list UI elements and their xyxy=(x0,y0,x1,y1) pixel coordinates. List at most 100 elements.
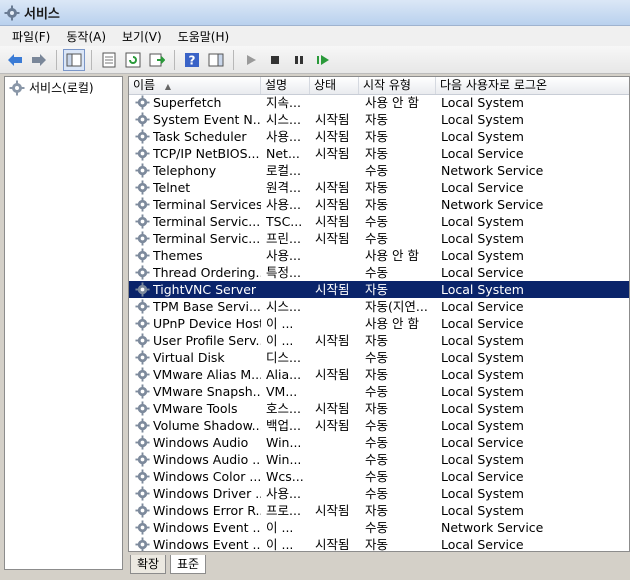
table-row[interactable]: Terminal Servic... 프린... 시작됨 수동 Local System xyxy=(129,230,629,247)
service-log-on-as: Local Service xyxy=(441,316,524,331)
table-row[interactable]: VMware Tools 호스... 시작됨 자동 Local System xyxy=(129,400,629,417)
service-startup-type: 자동 xyxy=(365,146,389,161)
table-row[interactable]: Windows Event ... 이 ... 시작됨 자동 Local Service xyxy=(129,536,629,552)
service-status xyxy=(315,485,363,502)
service-status: 시작됨 xyxy=(315,231,350,246)
service-gear-icon xyxy=(135,146,150,161)
menu-help[interactable]: 도움말(H) xyxy=(170,28,238,45)
table-row[interactable]: Windows Driver ... 사용... 수동 Local System xyxy=(129,485,629,502)
show-action-pane-icon[interactable] xyxy=(205,49,227,71)
stop-service-icon[interactable] xyxy=(264,49,286,71)
table-row[interactable]: Superfetch 지속... 사용 안 함 Local System xyxy=(129,94,629,111)
table-row[interactable]: Windows Event ... 이 ... 수동 Network Service xyxy=(129,519,629,536)
back-arrow-icon[interactable] xyxy=(4,49,26,71)
table-row[interactable]: User Profile Serv... 이 ... 시작됨 자동 Local Syst… xyxy=(129,332,629,349)
menu-bar: 파일(F) 동작(A) 보기(V) 도움말(H) xyxy=(0,26,630,46)
service-name: Windows Driver ... xyxy=(153,486,261,501)
tree-node-label: 서비스(로컬) xyxy=(29,81,94,95)
service-name: Volume Shadow... xyxy=(153,418,261,433)
table-row[interactable]: Windows Audio Win... 수동 Local Service xyxy=(129,434,629,451)
service-gear-icon xyxy=(135,248,150,263)
table-row[interactable]: Virtual Disk 디스... 수동 Local System xyxy=(129,349,629,366)
service-description: Win... xyxy=(266,452,302,467)
table-row[interactable]: TightVNC Server 시작됨 자동 Local System xyxy=(129,281,629,298)
service-name: Terminal Services xyxy=(153,197,261,212)
table-row[interactable]: Windows Color ... Wcs... 수동 Local Service xyxy=(129,468,629,485)
start-service-icon[interactable] xyxy=(240,49,262,71)
table-row[interactable]: Terminal Services 사용... 시작됨 자동 Network Servi… xyxy=(129,196,629,213)
service-status xyxy=(315,383,363,400)
table-row[interactable]: VMware Alias M... Alia... 시작됨 자동 Local Syste… xyxy=(129,366,629,383)
service-description: 사용... xyxy=(266,486,301,501)
menu-view[interactable]: 보기(V) xyxy=(114,28,170,45)
service-status xyxy=(315,519,363,536)
properties-icon[interactable] xyxy=(98,49,120,71)
table-row[interactable]: Terminal Servic... TSC... 시작됨 수동 Local Syste… xyxy=(129,213,629,230)
service-startup-type: 자동 xyxy=(365,367,389,382)
view-tabs: 확장 표준 xyxy=(128,555,630,577)
service-gear-icon xyxy=(135,537,150,551)
service-description: Alia... xyxy=(266,367,302,382)
table-row[interactable]: Telephony 로컬... 수동 Network Service xyxy=(129,162,629,179)
table-row[interactable]: Windows Audio ... Win... 수동 Local System xyxy=(129,451,629,468)
service-log-on-as: Local System xyxy=(441,418,524,433)
table-row[interactable]: UPnP Device Host 이 ... 사용 안 함 Local Service xyxy=(129,315,629,332)
service-log-on-as: Local System xyxy=(441,112,524,127)
table-row[interactable]: TPM Base Servi... 시스... 자동(지연... Local Serv… xyxy=(129,298,629,315)
table-row[interactable]: Volume Shadow... 백업... 시작됨 수동 Local System xyxy=(129,417,629,434)
service-description: 특정... xyxy=(266,265,301,280)
service-startup-type: 수동 xyxy=(365,469,389,484)
service-log-on-as: Local System xyxy=(441,401,524,416)
service-description: 사용... xyxy=(266,129,301,144)
refresh-icon[interactable] xyxy=(122,49,144,71)
table-row[interactable]: VMware Snapsh... VM... 수동 Local System xyxy=(129,383,629,400)
svg-text:?: ? xyxy=(189,53,196,67)
service-gear-icon xyxy=(135,231,150,246)
menu-action[interactable]: 동작(A) xyxy=(58,28,114,45)
service-name: TCP/IP NetBIOS... xyxy=(153,146,260,161)
column-header-description[interactable]: 설명 xyxy=(261,77,310,94)
table-row[interactable]: Thread Ordering... 특정... 수동 Local Service xyxy=(129,264,629,281)
column-header-status[interactable]: 상태 xyxy=(310,77,359,94)
tab-standard[interactable]: 표준 xyxy=(170,555,207,574)
tree-node-services-local[interactable]: 서비스(로컬) xyxy=(5,77,122,98)
service-gear-icon xyxy=(135,469,150,484)
service-startup-type: 수동 xyxy=(365,384,389,399)
service-status: 시작됨 xyxy=(315,180,350,195)
service-startup-type: 자동 xyxy=(365,537,389,552)
export-list-icon[interactable] xyxy=(146,49,168,71)
service-description: Wcs... xyxy=(266,469,304,484)
tab-extended[interactable]: 확장 xyxy=(130,555,167,574)
service-gear-icon xyxy=(135,180,150,195)
service-name: Telnet xyxy=(153,180,191,195)
service-name: VMware Snapsh... xyxy=(153,384,261,399)
table-row[interactable]: Windows Error R... 프로... 시작됨 자동 Local System xyxy=(129,502,629,519)
help-icon[interactable]: ? xyxy=(181,49,203,71)
table-row[interactable]: Task Scheduler 사용... 시작됨 자동 Local System xyxy=(129,128,629,145)
table-row[interactable]: Themes 사용... 사용 안 함 Local System xyxy=(129,247,629,264)
column-header-startup-type[interactable]: 시작 유형 xyxy=(359,77,436,94)
service-log-on-as: Local System xyxy=(441,486,524,501)
service-startup-type: 수동 xyxy=(365,452,389,467)
forward-arrow-icon[interactable] xyxy=(28,49,50,71)
service-startup-type: 자동 xyxy=(365,129,389,144)
show-console-tree-icon[interactable] xyxy=(63,48,85,71)
pause-service-icon[interactable] xyxy=(288,49,310,71)
service-status xyxy=(315,264,363,281)
service-gear-icon xyxy=(135,452,150,467)
column-header-name[interactable]: 이름 ▲ xyxy=(129,77,261,94)
menu-file[interactable]: 파일(F) xyxy=(4,28,58,45)
service-log-on-as: Local Service xyxy=(441,435,524,450)
table-row[interactable]: TCP/IP NetBIOS... Net... 시작됨 자동 Local Servic… xyxy=(129,145,629,162)
service-name: Windows Audio xyxy=(153,435,249,450)
restart-service-icon[interactable] xyxy=(312,49,334,71)
service-status xyxy=(315,247,363,264)
window-title: 서비스 xyxy=(24,7,60,22)
column-header-log-on-as[interactable]: 다음 사용자로 로그온 xyxy=(436,77,629,94)
table-row[interactable]: Telnet 원격... 시작됨 자동 Local Service xyxy=(129,179,629,196)
services-gear-icon xyxy=(9,80,25,95)
service-description: 이 ... xyxy=(266,316,294,331)
service-name: Terminal Servic... xyxy=(153,214,261,229)
table-row[interactable]: System Event N... 시스... 시작됨 자동 Local System xyxy=(129,111,629,128)
service-status: 시작됨 xyxy=(315,367,350,382)
